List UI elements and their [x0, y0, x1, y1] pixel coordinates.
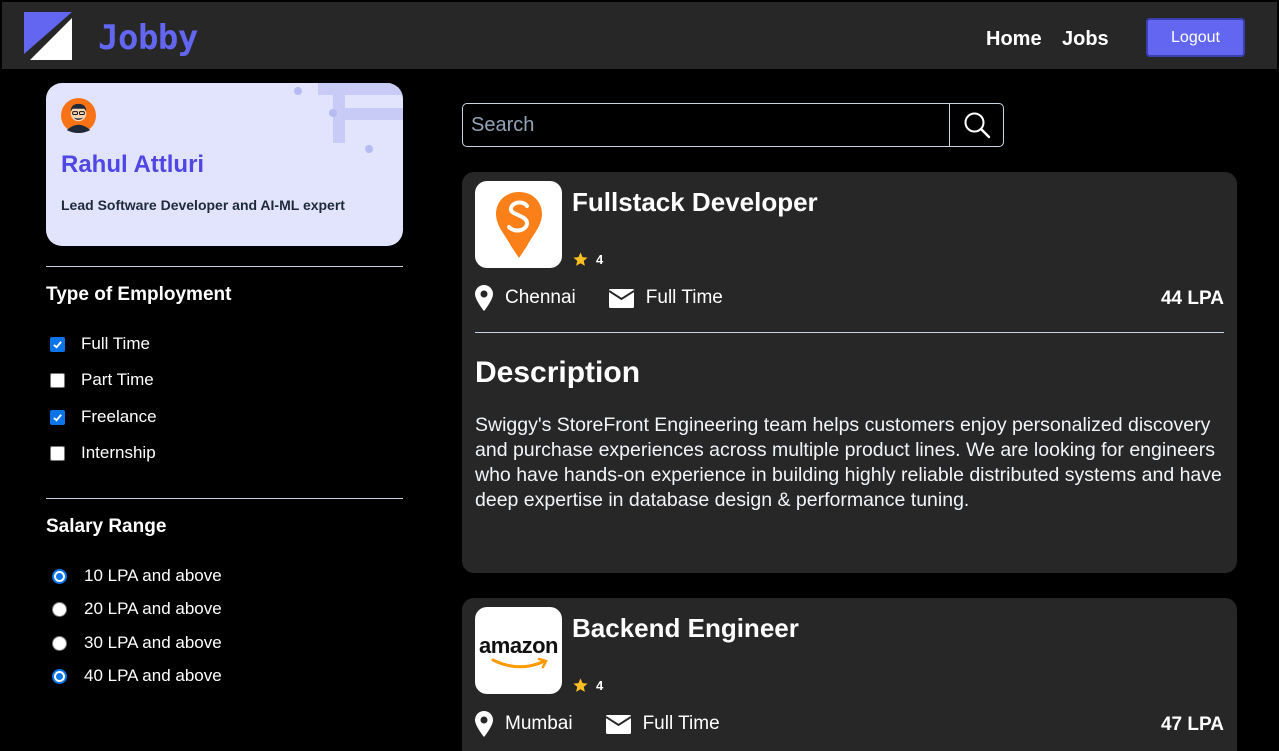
job-description: Swiggy's StoreFront Engineering team hel…	[475, 414, 1222, 511]
salary-range-heading: Salary Range	[46, 516, 167, 537]
employment-type-label: Full Time	[645, 287, 723, 308]
package-label: 47 LPA	[1160, 714, 1224, 735]
company-logo	[475, 181, 562, 268]
profile-name: Rahul Attluri	[61, 151, 205, 178]
option-label: 30 LPA and above	[84, 633, 222, 652]
amazon-logo-icon: amazon	[479, 631, 559, 671]
swiggy-logo-icon	[495, 191, 542, 258]
job-rating: 4	[572, 251, 603, 268]
radio-unselected[interactable]	[52, 601, 67, 617]
employment-option-freelance[interactable]: Freelance	[50, 407, 157, 427]
employment-type-heading: Type of Employment	[46, 284, 232, 305]
option-label: 20 LPA and above	[84, 599, 222, 618]
job-divider	[475, 332, 1224, 333]
brand-name[interactable]: Jobby	[98, 18, 198, 58]
sidebar-divider	[46, 498, 403, 499]
profile-background-pattern	[294, 83, 403, 153]
job-location: Mumbai	[475, 711, 573, 737]
search-button[interactable]	[949, 104, 1003, 146]
star-icon	[573, 252, 588, 266]
job-meta: Chennai Full Time	[475, 285, 756, 311]
checkbox-checked[interactable]	[50, 409, 65, 425]
job-meta: Mumbai Full Time	[475, 711, 753, 737]
radio-selected[interactable]	[52, 668, 67, 684]
radio-unselected[interactable]	[52, 635, 67, 651]
checkbox-unchecked[interactable]	[50, 372, 65, 388]
location-pin-icon	[475, 285, 493, 311]
option-label: Part Time	[81, 370, 154, 389]
amazon-logo-text: amazon	[479, 632, 558, 658]
option-label: Full Time	[81, 334, 150, 353]
employment-option-part-time[interactable]: Part Time	[50, 370, 154, 390]
employment-type-label: Full Time	[642, 713, 720, 734]
option-label: 10 LPA and above	[84, 566, 222, 585]
avatar	[61, 98, 96, 133]
company-logo: amazon	[475, 607, 562, 694]
checkbox-unchecked[interactable]	[50, 445, 65, 461]
job-title: Fullstack Developer	[572, 187, 818, 217]
location-pin-icon	[475, 711, 493, 737]
job-employment-type: Full Time	[608, 287, 723, 309]
option-label: Internship	[81, 443, 156, 462]
profile-bio: Lead Software Developer and AI-ML expert	[61, 197, 345, 213]
rating-value: 4	[596, 678, 604, 693]
nav-jobs-link[interactable]: Jobs	[1062, 28, 1109, 51]
radio-selected[interactable]	[52, 568, 67, 584]
salary-option-10-lpa[interactable]: 10 LPA and above	[50, 566, 222, 586]
search-bar	[462, 103, 1004, 147]
star-icon	[573, 678, 588, 692]
envelope-icon	[608, 288, 634, 308]
job-rating: 4	[572, 677, 603, 694]
nav-home-link[interactable]: Home	[986, 28, 1042, 51]
description-heading: Description	[475, 356, 641, 389]
amazon-smile-icon	[491, 657, 548, 668]
jobby-logo-icon[interactable]	[24, 12, 72, 60]
location-label: Mumbai	[505, 713, 573, 734]
job-title: Backend Engineer	[572, 613, 799, 643]
search-input[interactable]	[463, 104, 949, 146]
salary-option-20-lpa[interactable]: 20 LPA and above	[50, 599, 222, 619]
job-employment-type: Full Time	[605, 713, 720, 735]
salary-option-40-lpa[interactable]: 40 LPA and above	[50, 666, 222, 686]
salary-option-30-lpa[interactable]: 30 LPA and above	[50, 633, 222, 653]
navbar: Jobby Home Jobs Logout	[0, 0, 1279, 71]
employment-option-full-time[interactable]: Full Time	[50, 334, 150, 354]
rating-value: 4	[596, 252, 604, 267]
package-label: 44 LPA	[1160, 288, 1224, 309]
search-icon	[964, 112, 990, 139]
profile-card: Rahul Attluri Lead Software Developer an…	[46, 83, 403, 246]
job-card[interactable]: amazon Backend Engineer 4 Mumbai Full Ti…	[462, 598, 1237, 751]
job-card[interactable]: Fullstack Developer 4 Chennai Full Time …	[462, 172, 1237, 573]
sidebar-divider	[46, 266, 403, 267]
logout-button[interactable]: Logout	[1146, 18, 1245, 57]
checkbox-checked[interactable]	[50, 336, 65, 352]
location-label: Chennai	[505, 287, 576, 308]
option-label: Freelance	[81, 407, 157, 426]
employment-option-internship[interactable]: Internship	[50, 443, 156, 463]
job-location: Chennai	[475, 285, 576, 311]
option-label: 40 LPA and above	[84, 666, 222, 685]
envelope-icon	[605, 714, 631, 734]
